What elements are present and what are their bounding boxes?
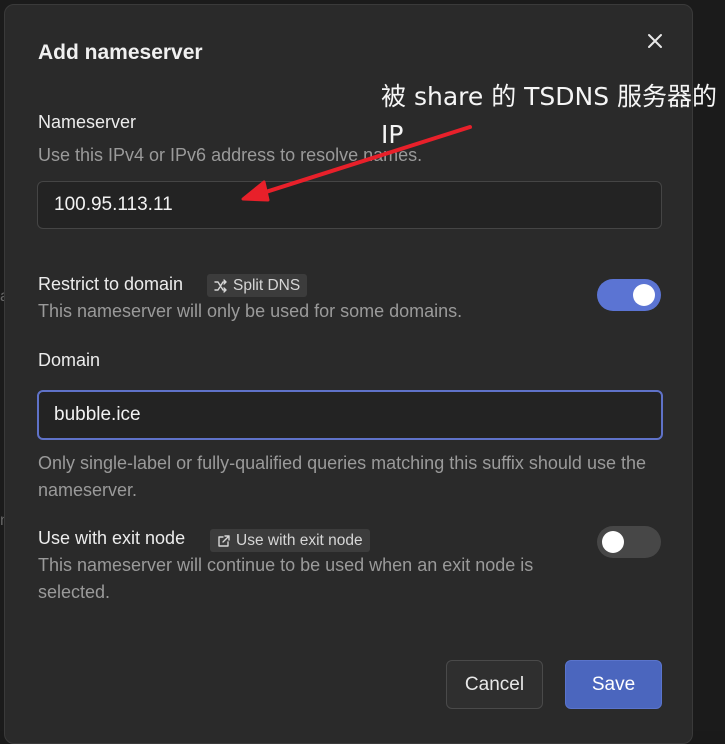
domain-input[interactable]	[37, 390, 663, 440]
nameserver-label: Nameserver	[38, 112, 137, 132]
nameserver-description: Use this IPv4 or IPv6 address to resolve…	[38, 145, 423, 165]
shuffle-icon	[214, 278, 227, 293]
use-with-exit-node-description: This nameserver will continue to be used…	[38, 555, 534, 602]
domain-help-text: Only single-label or fully-qualified que…	[38, 453, 646, 500]
split-dns-badge: Split DNS	[207, 274, 308, 297]
exit-node-badge: Use with exit node	[210, 529, 370, 552]
domain-label: Domain	[38, 350, 101, 370]
external-link-icon	[218, 534, 230, 547]
close-icon	[648, 34, 662, 48]
toggle-knob	[633, 284, 655, 306]
use-with-exit-node-label: Use with exit node	[38, 528, 186, 548]
restrict-to-domain-toggle[interactable]	[597, 279, 661, 311]
restrict-to-domain-label: Restrict to domain	[38, 274, 184, 294]
close-button[interactable]	[641, 27, 669, 55]
cancel-button[interactable]: Cancel	[446, 660, 543, 709]
dialog-title: Add nameserver	[38, 41, 203, 64]
toggle-knob	[602, 531, 624, 553]
save-button[interactable]: Save	[565, 660, 662, 709]
exit-node-badge-label: Use with exit node	[236, 531, 363, 549]
restrict-to-domain-description: This nameserver will only be used for so…	[38, 301, 463, 321]
annotation-text: 被 share 的 TSDNS 服务器的 IP	[381, 82, 718, 149]
nameserver-input[interactable]	[37, 181, 662, 229]
use-with-exit-node-toggle[interactable]	[597, 526, 661, 558]
split-dns-badge-label: Split DNS	[233, 276, 301, 294]
